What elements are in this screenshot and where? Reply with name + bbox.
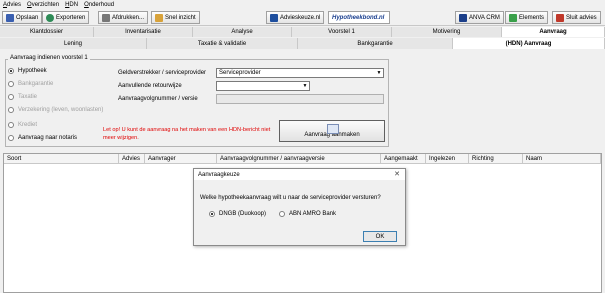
tab-analyse[interactable]: Analyse — [193, 27, 292, 37]
col-aangemaakt[interactable]: Aangemaakt — [381, 154, 426, 164]
retourwijze-select[interactable]: ▼ — [216, 81, 310, 91]
radio-dot — [8, 107, 14, 113]
volgnummer-label: Aanvraagvolgnummer / versie — [118, 96, 198, 102]
anva-icon — [459, 13, 467, 22]
menu-hdn[interactable]: HDN — [65, 2, 78, 8]
radio-abn-amro[interactable]: ABN AMRO Bank — [279, 211, 336, 217]
insight-icon — [155, 13, 163, 22]
create-request-button[interactable]: Aanvraag aanmaken — [279, 120, 385, 142]
main-tabs: Klantdossier Inventarisatie Analyse Voor… — [0, 27, 605, 37]
col-aanvrager[interactable]: Aanvrager — [145, 154, 217, 164]
anva-crm-button[interactable]: ANVA CRM — [455, 11, 504, 24]
export-icon — [46, 13, 54, 22]
radio-hypotheek[interactable]: Hypotheek — [8, 68, 47, 74]
radio-verzekering-label: Verzekering (leven, woonlasten) — [18, 107, 104, 113]
radio-dot-selected — [209, 211, 215, 217]
radio-hypotheek-label: Hypotheek — [18, 68, 47, 74]
advieskeuze-icon — [270, 13, 278, 22]
radio-taxatie[interactable]: Taxatie — [8, 94, 37, 100]
export-button[interactable]: Exporteren — [42, 11, 90, 24]
col-richting[interactable]: Richting — [469, 154, 523, 164]
save-label: Opslaan — [16, 14, 39, 21]
chevron-down-icon: ▼ — [376, 70, 382, 76]
retourwijze-label: Aanvullende retourwijze — [118, 83, 182, 89]
elements-button[interactable]: Elements — [505, 11, 549, 24]
geldverstrekker-label: Geldverstrekker / serviceprovider — [118, 70, 207, 76]
col-soort[interactable]: Soort — [4, 154, 119, 164]
radio-bankgarantie[interactable]: Bankgarantie — [8, 81, 53, 87]
advieskeuze-label: Advieskeuze.nl — [280, 14, 321, 21]
tab-inventarisatie[interactable]: Inventarisatie — [94, 27, 193, 37]
warning-text: Let op! U kunt de aanvraag na het maken … — [103, 127, 271, 141]
radio-krediet[interactable]: Krediet — [8, 122, 37, 128]
dialog-question: Welke hypotheekaanvraag wilt u naar de s… — [200, 195, 381, 201]
export-label: Exporteren — [56, 14, 86, 21]
save-button[interactable]: Opslaan — [2, 11, 43, 24]
menu-overzichten[interactable]: Overzichten — [27, 2, 59, 8]
col-ingelezen[interactable]: Ingelezen — [426, 154, 469, 164]
col-advies[interactable]: Advies — [119, 154, 145, 164]
radio-dot — [8, 81, 14, 87]
print-button[interactable]: Afdrukken... — [98, 11, 149, 24]
volgnummer-input[interactable] — [216, 94, 384, 104]
menu-bar: Advies Overzichten HDN Onderhoud — [0, 0, 605, 9]
chevron-down-icon: ▼ — [302, 83, 308, 89]
tab-motivering[interactable]: Motivering — [392, 27, 502, 37]
subtab-taxatie[interactable]: Taxatie & validatie — [147, 38, 298, 49]
anva-label: ANVA CRM — [469, 14, 500, 21]
request-choice-dialog: Aanvraagkeuze ✕ Welke hypotheekaanvraag … — [193, 168, 406, 246]
col-naam[interactable]: Naam — [523, 154, 601, 164]
hypotheekbond-label: Hypotheekbond.nl — [332, 14, 385, 21]
hypotheekbond-button[interactable]: Hypotheekbond.nl — [328, 11, 390, 24]
group-label: Aanvraag indienen voorstel 1 — [8, 55, 90, 61]
elements-label: Elements — [519, 14, 545, 21]
tab-aanvraag[interactable]: Aanvraag — [502, 27, 605, 37]
document-icon — [327, 124, 339, 134]
quick-insight-label: Snel inzicht — [165, 14, 196, 21]
radio-dot-selected — [8, 68, 14, 74]
subtab-bankgarantie[interactable]: Bankgarantie — [298, 38, 453, 49]
menu-advies[interactable]: Advies — [3, 2, 21, 8]
radio-notaris-label: Aanvraag naar notaris — [18, 135, 78, 141]
elements-icon — [509, 13, 517, 22]
radio-notaris[interactable]: Aanvraag naar notaris — [8, 135, 77, 141]
floppy-icon — [6, 13, 14, 22]
close-advice-button[interactable]: Sluit advies — [552, 11, 601, 24]
tab-klantdossier[interactable]: Klantdossier — [0, 27, 94, 37]
quick-insight-button[interactable]: Snel inzicht — [151, 11, 200, 24]
radio-dot — [8, 122, 14, 128]
radio-dngb[interactable]: DNGB (Duokoop) — [209, 211, 266, 217]
tab-voorstel-1[interactable]: Voorstel 1 — [292, 27, 392, 37]
close-advice-icon — [556, 13, 564, 22]
ok-button[interactable]: OK — [363, 231, 397, 242]
dialog-title: Aanvraagkeuze — [198, 171, 240, 178]
subtab-lening[interactable]: Lening — [0, 38, 147, 49]
radio-verzekering[interactable]: Verzekering (leven, woonlasten) — [8, 107, 103, 113]
subtab-hdn-aanvraag[interactable]: (HDN) Aanvraag — [453, 38, 605, 49]
radio-bankgarantie-label: Bankgarantie — [18, 81, 54, 87]
advieskeuze-button[interactable]: Advieskeuze.nl — [266, 11, 325, 24]
radio-taxatie-label: Taxatie — [18, 94, 38, 100]
printer-icon — [102, 13, 110, 22]
print-label: Afdrukken... — [112, 14, 145, 21]
radio-dot — [8, 94, 14, 100]
radio-dot — [279, 211, 285, 217]
radio-dot — [8, 135, 14, 141]
radio-krediet-label: Krediet — [18, 122, 38, 128]
menu-onderhoud[interactable]: Onderhoud — [84, 2, 114, 8]
radio-dngb-label: DNGB (Duokoop) — [219, 211, 267, 217]
col-volgnummer[interactable]: Aanvraagvolgnummer / aanvraagversie — [217, 154, 381, 164]
geldverstrekker-select[interactable]: Serviceprovider ▼ — [216, 68, 384, 78]
dialog-titlebar: Aanvraagkeuze ✕ — [194, 169, 405, 180]
close-advice-label: Sluit advies — [566, 14, 597, 21]
close-icon[interactable]: ✕ — [394, 170, 400, 178]
sub-tabs: Lening Taxatie & validatie Bankgarantie … — [0, 38, 605, 49]
toolbar: Opslaan Exporteren Afdrukken... Snel inz… — [0, 9, 605, 26]
geldverstrekker-value: Serviceprovider — [219, 70, 261, 76]
radio-abn-amro-label: ABN AMRO Bank — [289, 211, 337, 217]
